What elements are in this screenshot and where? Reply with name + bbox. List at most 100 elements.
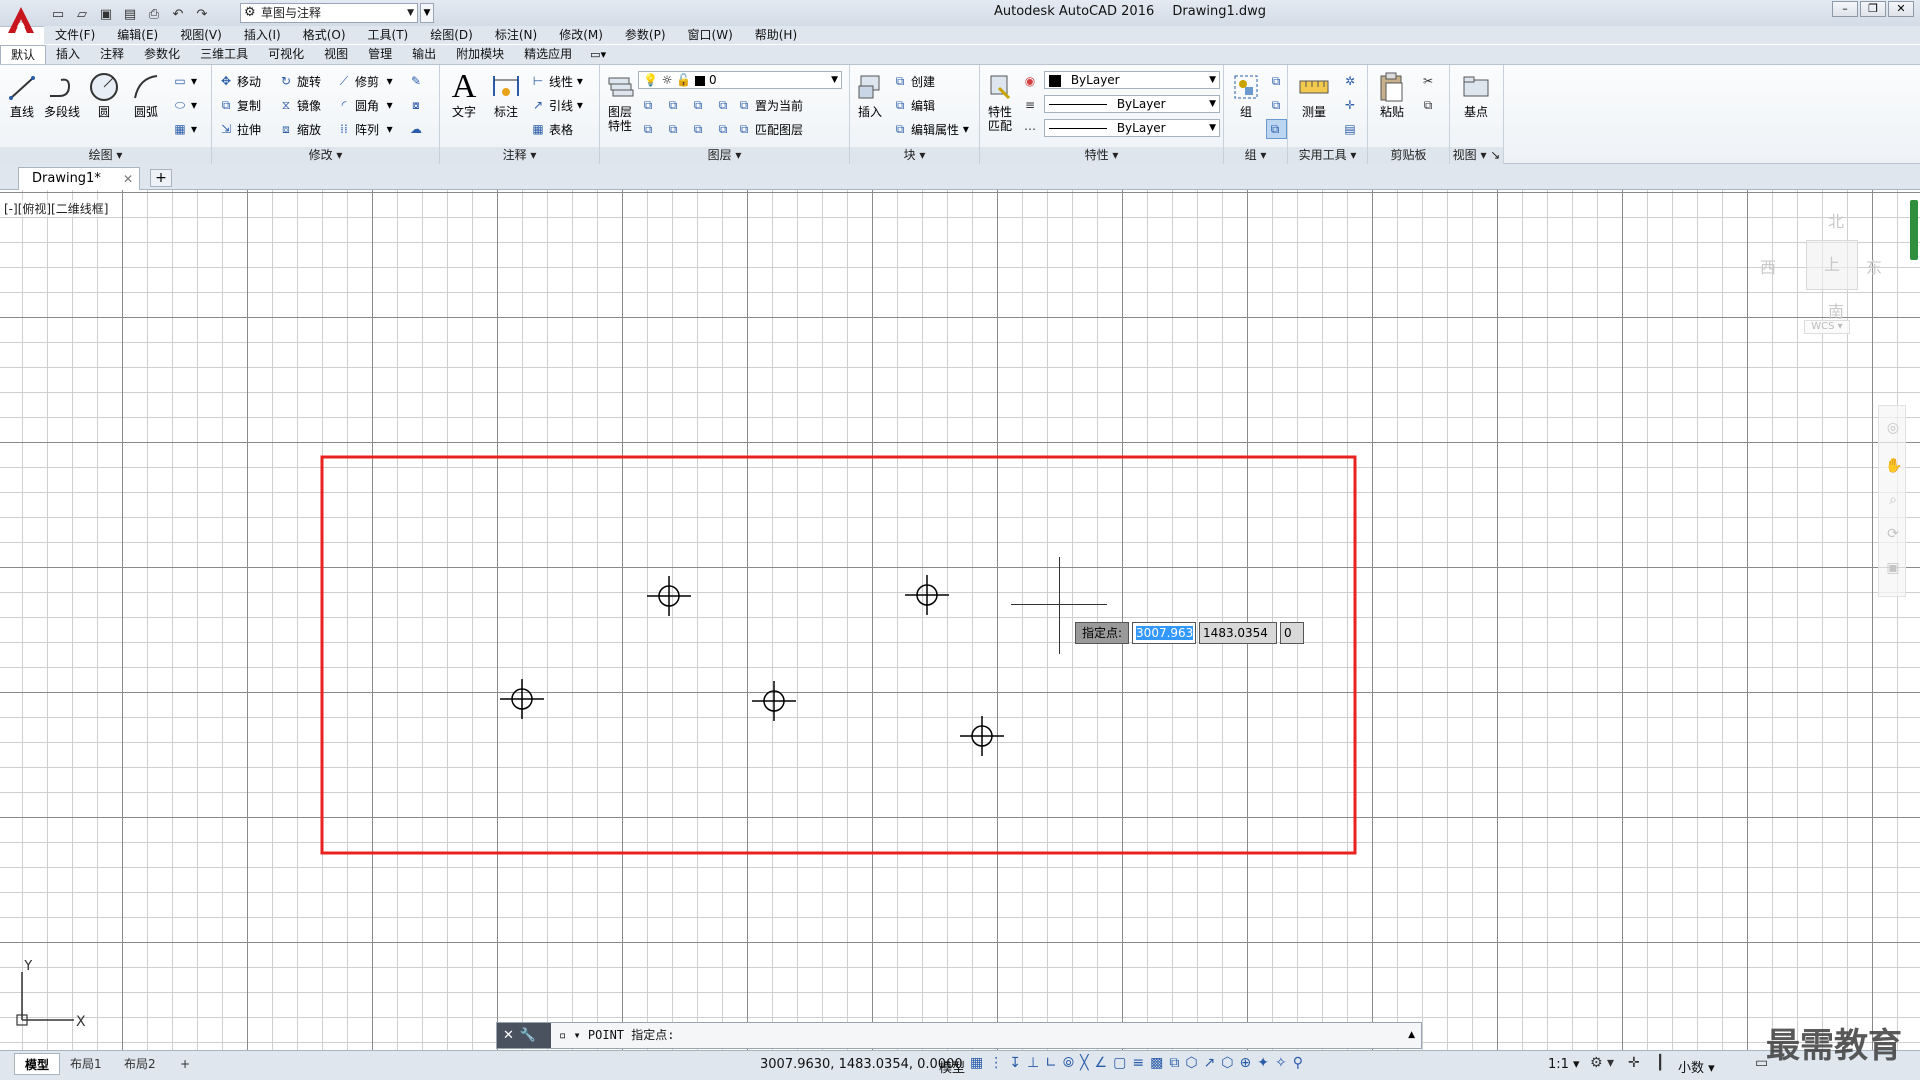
polyline-tool[interactable]: 多段线 (42, 69, 82, 119)
save-icon[interactable]: ▣ (96, 4, 116, 24)
groups-panel-title[interactable]: 组 ▾ (1224, 147, 1287, 164)
file-tab-drawing1[interactable]: Drawing1* ✕ (18, 167, 140, 190)
new-file-icon[interactable]: ▭ (48, 4, 68, 24)
ungroup-icon[interactable]: ⧉ (1268, 71, 1287, 91)
isolate-objects-icon[interactable]: ┃ (1656, 1055, 1664, 1071)
match-properties-tool[interactable]: 特性 匹配 (980, 69, 1020, 133)
point-marker[interactable] (500, 679, 544, 719)
wcs-menu-button[interactable]: WCS ▾ (1804, 320, 1850, 334)
dimension-tool[interactable]: 标注 (486, 69, 526, 119)
annotation-monitor-icon[interactable]: ✛ (1628, 1055, 1640, 1071)
layer-unisolate-icon[interactable]: ⧉ (665, 121, 681, 137)
snap-icon[interactable]: ⋮ (989, 1055, 1003, 1071)
point-marker[interactable] (960, 716, 1004, 756)
dynamic-ucs-icon[interactable]: ↗ (1204, 1055, 1216, 1071)
tab-manage[interactable]: 管理 (358, 45, 402, 64)
menu-edit[interactable]: 编辑(E) (106, 26, 169, 44)
line-tool[interactable]: 直线 (2, 69, 42, 119)
mirror-tool[interactable]: ⧖ 镜像 (278, 95, 321, 115)
group-tool[interactable]: 组 (1226, 69, 1266, 119)
ortho-icon[interactable]: ∟ (1045, 1055, 1057, 1071)
orbit-icon[interactable]: ⟳ (1885, 526, 1901, 542)
tab-annotate[interactable]: 注释 (90, 45, 134, 64)
erase-tool[interactable]: ✎ (408, 71, 427, 91)
lineweight-icon[interactable]: ⋯ (1022, 119, 1041, 139)
match-layer-tool[interactable]: ⧉ 匹配图层 (736, 119, 803, 139)
viewcube-north[interactable]: 北 (1828, 208, 1844, 232)
units-dropdown[interactable]: 小数 ▾ (1678, 1057, 1715, 1076)
viewcube-west[interactable]: 西 (1760, 254, 1776, 278)
menu-parametric[interactable]: 参数(P) (614, 26, 677, 44)
stretch-tool[interactable]: ⇲ 拉伸 (218, 119, 261, 139)
array-tool[interactable]: ⁞⁞ 阵列 ▾ (336, 119, 393, 139)
selection-cycling-icon[interactable]: ⧉ (1169, 1055, 1179, 1071)
explode-tool[interactable]: ☁ (408, 119, 427, 139)
tab-insert[interactable]: 插入 (46, 45, 90, 64)
lineweight-toggle-icon[interactable]: ≡ (1132, 1055, 1144, 1071)
menu-tools[interactable]: 工具(T) (357, 26, 420, 44)
draw-panel-title[interactable]: 绘图 ▾ (0, 147, 211, 164)
chevron-up-icon[interactable]: ▲ (1408, 1023, 1415, 1048)
showmotion-icon[interactable]: ▣ (1885, 560, 1901, 576)
layers-panel-title[interactable]: 图层 ▾ (600, 147, 849, 164)
menu-modify[interactable]: 修改(M) (548, 26, 614, 44)
object-snap-icon[interactable]: ▢ (1113, 1055, 1126, 1071)
tab-3d-tools[interactable]: 三维工具 (190, 45, 258, 64)
rectangle-tool[interactable]: ▭ ▾ (172, 71, 197, 91)
block-panel-title[interactable]: 块 ▾ (850, 147, 979, 164)
base-view-tool[interactable]: 基点 (1456, 69, 1496, 119)
color-wheel-icon[interactable]: ◉ (1022, 71, 1041, 91)
tab-view[interactable]: 视图 (314, 45, 358, 64)
offset-tool[interactable]: ⧇ (408, 95, 427, 115)
wrench-icon[interactable]: 🔧 (520, 1028, 536, 1043)
ellipse-tool[interactable]: ⬭ ▾ (172, 95, 197, 115)
layer-properties-tool[interactable]: 图层 特性 (600, 69, 640, 133)
annotation-scale-icon[interactable]: ⚲ (1293, 1055, 1303, 1071)
infer-constraints-icon[interactable]: ↧ (1009, 1055, 1021, 1071)
lineweight-dropdown[interactable]: ByLayer ▼ (1044, 119, 1220, 137)
coordinate-readout[interactable]: 3007.9630, 1483.0354, 0.0000 (760, 1057, 963, 1072)
menu-help[interactable]: 帮助(H) (744, 26, 808, 44)
menu-dimension[interactable]: 标注(N) (484, 26, 548, 44)
scale-tool[interactable]: ⧈ 缩放 (278, 119, 321, 139)
isodraft-icon[interactable]: ╳ (1080, 1055, 1088, 1071)
point-marker[interactable] (647, 576, 691, 616)
edit-attributes-tool[interactable]: ⧉ 编辑属性 ▾ (892, 119, 969, 139)
redo-icon[interactable]: ↷ (192, 4, 212, 24)
dynamic-input-y-field[interactable]: 1483.0354 (1199, 622, 1278, 644)
layer-lock-icon[interactable]: ⧉ (715, 97, 731, 113)
object-snap-tracking-icon[interactable]: ∠ (1095, 1055, 1108, 1071)
tab-visualize[interactable]: 可视化 (258, 45, 314, 64)
group-selection-icon[interactable]: ⧉ (1266, 119, 1287, 139)
viewcube-top-face[interactable]: 上 (1806, 240, 1858, 290)
3d-osnap-icon[interactable]: ⬡ (1185, 1055, 1197, 1071)
dynamic-input-x-field[interactable]: 3007.963 (1132, 622, 1197, 644)
close-icon[interactable]: ✕ (503, 1028, 514, 1043)
application-menu-button[interactable] (2, 2, 40, 38)
quick-select-icon[interactable]: ✲ (1342, 71, 1361, 91)
ribbon-toggle-icon[interactable]: ▭▾ (590, 46, 606, 64)
view-panel-title[interactable]: 视图 ▾ ↘ (1450, 147, 1503, 164)
steering-wheel-icon[interactable]: ◎ (1885, 420, 1901, 436)
layer-thaw-icon[interactable]: ⧉ (690, 121, 706, 137)
add-layout-button[interactable]: + (170, 1053, 200, 1075)
circle-tool[interactable]: 圆 (84, 69, 124, 119)
pan-icon[interactable]: ✋ (1885, 458, 1902, 474)
auto-scale-icon[interactable]: ✧ (1275, 1055, 1287, 1071)
tab-parametric[interactable]: 参数化 (134, 45, 190, 64)
annotation-scale-dropdown[interactable]: 1:1 ▾ (1548, 1057, 1580, 1072)
minimize-button[interactable]: – (1832, 1, 1858, 17)
qat-customize-button[interactable]: ▼ (420, 3, 434, 23)
rotate-tool[interactable]: ↻ 旋转 (278, 71, 321, 91)
measure-tool[interactable]: 测量 (1294, 69, 1334, 119)
linear-dim-tool[interactable]: ⊢ 线性 ▾ (530, 71, 583, 91)
properties-panel-title[interactable]: 特性 ▾ (980, 147, 1223, 164)
close-icon[interactable]: ✕ (123, 168, 133, 190)
linetype-icon[interactable]: ≡ (1022, 95, 1041, 115)
id-point-icon[interactable]: ✛ (1342, 95, 1361, 115)
calculator-icon[interactable]: ▤ (1342, 119, 1361, 139)
menu-view[interactable]: 视图(V) (169, 26, 233, 44)
undo-icon[interactable]: ↶ (168, 4, 188, 24)
copy-clip-icon[interactable]: ⧉ (1420, 95, 1439, 115)
new-tab-button[interactable]: + (150, 169, 172, 187)
